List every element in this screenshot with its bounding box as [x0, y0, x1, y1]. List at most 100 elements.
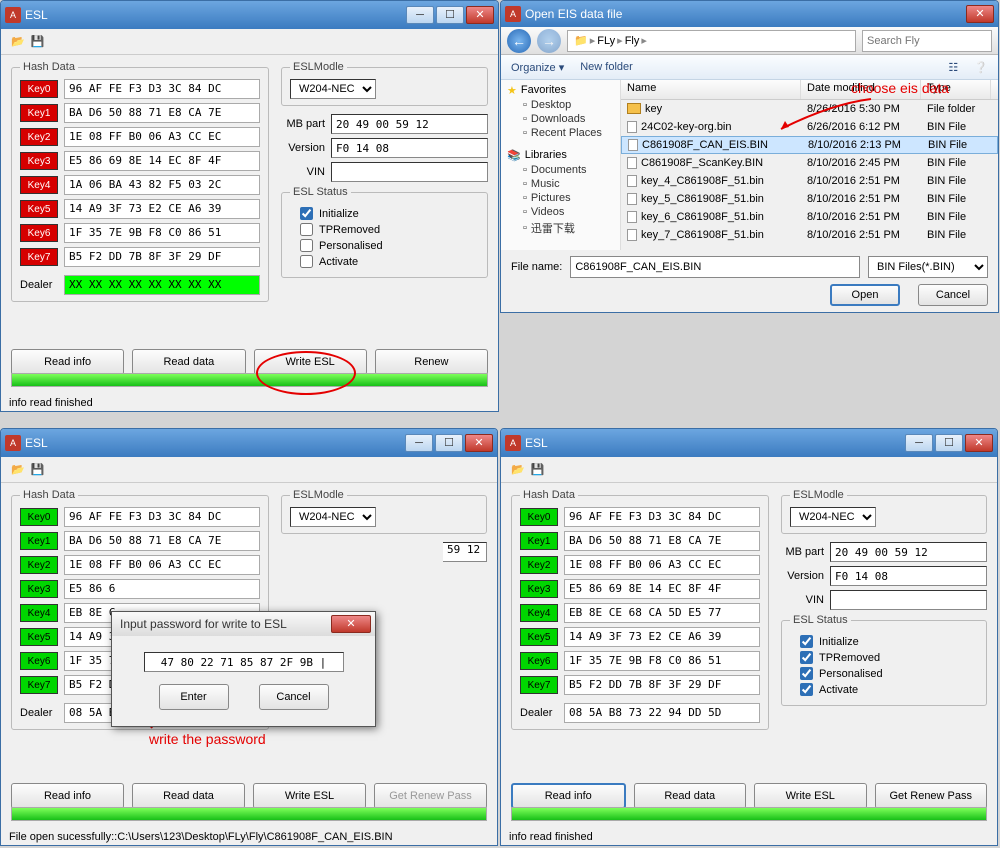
- status-checkbox[interactable]: [800, 667, 813, 680]
- read-info-button[interactable]: Read info: [11, 349, 124, 375]
- version-input[interactable]: [830, 566, 987, 586]
- organize-menu[interactable]: Organize ▾: [511, 61, 564, 74]
- new-folder-button[interactable]: New folder: [580, 61, 633, 73]
- cancel-button[interactable]: Cancel: [918, 284, 988, 306]
- key-hex: BA D6 50 88 71 E8 CA 7E: [564, 531, 760, 551]
- sidebar-item[interactable]: ▫迅雷下载: [523, 220, 614, 236]
- key-hex: 1F 35 7E 9B F8 C0 86 51: [64, 223, 260, 243]
- close-button[interactable]: ✕: [465, 434, 493, 452]
- version-input[interactable]: [331, 138, 488, 158]
- maximize-button[interactable]: ☐: [436, 6, 464, 24]
- get-renew-pass-button[interactable]: Get Renew Pass: [374, 783, 487, 809]
- status-checkbox[interactable]: [800, 683, 813, 696]
- close-button[interactable]: ✕: [965, 434, 993, 452]
- titlebar[interactable]: A ESL ─ ☐ ✕: [1, 1, 498, 29]
- sidebar-item[interactable]: ▫Music: [523, 178, 614, 190]
- minimize-button[interactable]: ─: [405, 434, 433, 452]
- read-info-button[interactable]: Read info: [11, 783, 124, 809]
- maximize-button[interactable]: ☐: [435, 434, 463, 452]
- file-row[interactable]: C861908F_ScanKey.BIN8/10/2016 2:45 PMBIN…: [621, 154, 998, 172]
- key-label: Key0: [20, 80, 58, 98]
- forward-button[interactable]: →: [537, 29, 561, 53]
- titlebar[interactable]: A ESL ─☐✕: [501, 429, 997, 457]
- write-esl-button[interactable]: Write ESL: [754, 783, 867, 809]
- status-text: info read finished: [509, 831, 593, 843]
- toolbar: 📂 💾: [1, 29, 498, 55]
- status-checkbox[interactable]: [300, 255, 313, 268]
- read-info-button[interactable]: Read info: [511, 783, 626, 809]
- back-button[interactable]: ←: [507, 29, 531, 53]
- key-hex: 96 AF FE F3 D3 3C 84 DC: [64, 507, 260, 527]
- save-icon[interactable]: 💾: [31, 35, 45, 48]
- status-checkbox[interactable]: [800, 651, 813, 664]
- status-checkbox[interactable]: [300, 207, 313, 220]
- mbpart-input[interactable]: [830, 542, 987, 562]
- cancel-button[interactable]: Cancel: [259, 684, 329, 710]
- file-row[interactable]: key_6_C861908F_51.bin8/10/2016 2:51 PMBI…: [621, 208, 998, 226]
- titlebar[interactable]: A ESL ─☐✕: [1, 429, 497, 457]
- key-hex: E5 86 69 8E 14 EC 8F 4F: [564, 579, 760, 599]
- eslmodle-select[interactable]: W204-NEC: [790, 507, 876, 527]
- read-data-button[interactable]: Read data: [634, 783, 747, 809]
- read-data-button[interactable]: Read data: [132, 783, 245, 809]
- filename-input[interactable]: [570, 256, 860, 278]
- filter-select[interactable]: BIN Files(*.BIN): [868, 256, 988, 278]
- get-renew-pass-button[interactable]: Get Renew Pass: [875, 783, 988, 809]
- dealer-value: 08 5A B8 73 22 94 DD 5D: [564, 703, 760, 723]
- favorites-header[interactable]: ★Favorites: [507, 84, 614, 97]
- vin-input[interactable]: [331, 162, 488, 182]
- key-label: Key6: [20, 224, 58, 242]
- eslmodle-select[interactable]: W204-NEC: [290, 507, 376, 527]
- view-icon[interactable]: ☷: [948, 61, 958, 74]
- vin-input[interactable]: [830, 590, 987, 610]
- file-row[interactable]: C861908F_CAN_EIS.BIN8/10/2016 2:13 PMBIN…: [621, 136, 998, 154]
- status-checkbox[interactable]: [300, 239, 313, 252]
- file-row[interactable]: key8/26/2016 5:30 PMFile folder: [621, 100, 998, 118]
- maximize-button[interactable]: ☐: [935, 434, 963, 452]
- open-icon[interactable]: 📂: [11, 35, 25, 48]
- file-row[interactable]: key_7_C861908F_51.bin8/10/2016 2:51 PMBI…: [621, 226, 998, 244]
- dealer-label: Dealer: [20, 707, 58, 719]
- eslmodle-select[interactable]: W204-NEC: [290, 79, 376, 99]
- key-label: Key2: [520, 556, 558, 574]
- status-checkbox[interactable]: [800, 635, 813, 648]
- sidebar-item[interactable]: ▫Downloads: [523, 113, 614, 125]
- esl-window-4: A ESL ─☐✕ 📂💾 Hash Data Key096 AF FE F3 D…: [500, 428, 998, 846]
- libraries-header[interactable]: 📚Libraries: [507, 149, 614, 162]
- status-checkbox[interactable]: [300, 223, 313, 236]
- read-data-button[interactable]: Read data: [132, 349, 245, 375]
- sidebar-item[interactable]: ▫Videos: [523, 206, 614, 218]
- sidebar-item[interactable]: ▫Pictures: [523, 192, 614, 204]
- file-header[interactable]: NameDate modifiedType: [621, 80, 998, 100]
- open-icon[interactable]: 📂: [511, 463, 525, 476]
- status-text: File open sucessfully::C:\Users\123\Desk…: [9, 831, 393, 843]
- minimize-button[interactable]: ─: [406, 6, 434, 24]
- side-pane: ★Favorites ▫Desktop ▫Downloads ▫Recent Pla…: [501, 80, 621, 250]
- open-icon[interactable]: 📂: [11, 463, 25, 476]
- mbpart-input[interactable]: [331, 114, 488, 134]
- renew-button[interactable]: Renew: [375, 349, 488, 375]
- sidebar-item[interactable]: ▫Desktop: [523, 99, 614, 111]
- file-row[interactable]: key_4_C861908F_51.bin8/10/2016 2:51 PMBI…: [621, 172, 998, 190]
- titlebar[interactable]: Input password for write to ESL ✕: [112, 612, 375, 636]
- password-input[interactable]: [144, 652, 344, 672]
- help-icon[interactable]: ❔: [974, 61, 988, 74]
- file-row[interactable]: 24C02-key-org.bin6/26/2016 6:12 PMBIN Fi…: [621, 118, 998, 136]
- sidebar-item[interactable]: ▫Documents: [523, 164, 614, 176]
- enter-button[interactable]: Enter: [159, 684, 229, 710]
- titlebar[interactable]: A Open EIS data file ✕: [501, 1, 998, 27]
- write-esl-button[interactable]: Write ESL: [253, 783, 366, 809]
- sidebar-item[interactable]: ▫Recent Places: [523, 127, 614, 139]
- key-label: Key5: [520, 628, 558, 646]
- file-row[interactable]: key_5_C861908F_51.bin8/10/2016 2:51 PMBI…: [621, 190, 998, 208]
- close-button[interactable]: ✕: [466, 6, 494, 24]
- breadcrumb[interactable]: 📁▸FLy▸Fly▸: [567, 30, 856, 52]
- close-button[interactable]: ✕: [331, 615, 371, 633]
- close-button[interactable]: ✕: [966, 5, 994, 23]
- open-button[interactable]: Open: [830, 284, 900, 306]
- minimize-button[interactable]: ─: [905, 434, 933, 452]
- write-esl-button[interactable]: Write ESL: [254, 349, 367, 375]
- save-icon[interactable]: 💾: [31, 463, 45, 476]
- search-input[interactable]: [862, 30, 992, 52]
- save-icon[interactable]: 💾: [531, 463, 545, 476]
